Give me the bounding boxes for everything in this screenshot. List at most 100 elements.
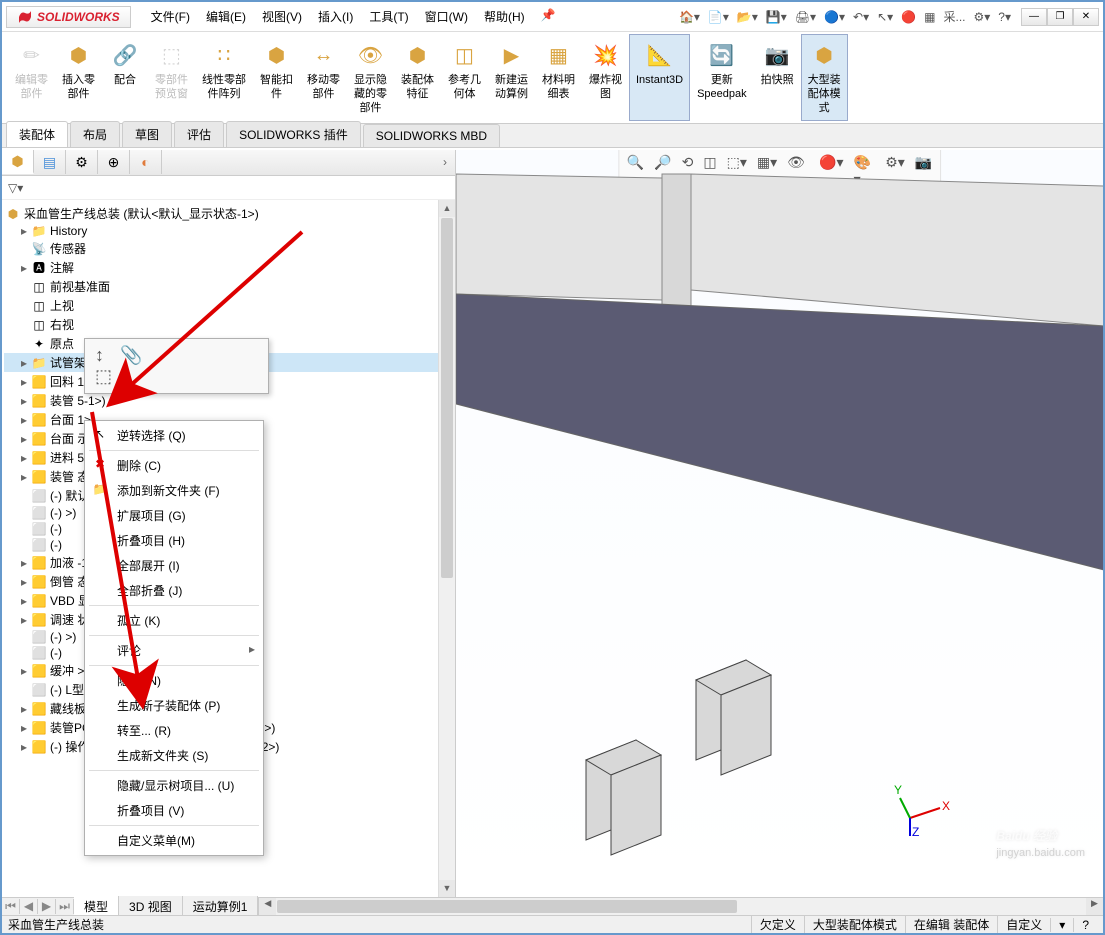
context-item[interactable]: 全部折叠 (J) bbox=[85, 578, 263, 603]
ribbon-btn-15[interactable]: 📷拍快照 bbox=[754, 34, 801, 121]
mini-clip-icon[interactable]: 📎 bbox=[120, 345, 142, 366]
ribbon-btn-12[interactable]: 💥爆炸视 图 bbox=[582, 34, 629, 121]
expand-icon[interactable]: ▸ bbox=[18, 556, 30, 570]
expand-icon[interactable]: ▸ bbox=[18, 356, 30, 370]
panel-tab-expand-icon[interactable]: › bbox=[162, 150, 455, 175]
tree-item[interactable]: ▸🅰注解 bbox=[4, 258, 453, 277]
grid-icon[interactable]: ▦ bbox=[922, 10, 937, 24]
rebuild-icon[interactable]: 🔵▾ bbox=[822, 10, 847, 24]
expand-icon[interactable]: ▸ bbox=[18, 470, 30, 484]
expand-icon[interactable]: ▸ bbox=[18, 224, 30, 238]
ribbon-btn-13[interactable]: 📐Instant3D bbox=[629, 34, 690, 121]
expand-icon[interactable]: ▸ bbox=[18, 451, 30, 465]
expand-icon[interactable]: ▸ bbox=[18, 413, 30, 427]
bottom-scrollbar[interactable]: ◀ ▶ bbox=[258, 898, 1103, 915]
mini-box-icon[interactable]: ⬚ bbox=[95, 366, 112, 387]
options-icon[interactable]: 🔴 bbox=[899, 10, 918, 24]
tab-first-icon[interactable]: ⏮ bbox=[2, 899, 20, 914]
menu-tools[interactable]: 工具(T) bbox=[361, 4, 416, 29]
expand-icon[interactable]: ▸ bbox=[18, 394, 30, 408]
ribbon-btn-10[interactable]: ▶新建运 动算例 bbox=[488, 34, 535, 121]
tab-last-icon[interactable]: ⏭ bbox=[56, 899, 74, 914]
home-icon[interactable]: 🏠▾ bbox=[677, 10, 702, 24]
viewport[interactable]: 🔍 🔎 ⟲ ◫ ⬚▾ ▦▾ 👁▾ 🔴▾ 🎨▾ ⚙▾ 📷 🏠 ⬢ 📂 🅰 ◐ 🔴 … bbox=[456, 150, 1103, 897]
tab-1[interactable]: 布局 bbox=[70, 121, 120, 147]
context-item[interactable]: ✖删除 (C) bbox=[85, 453, 263, 478]
tree-item[interactable]: ◫前视基准面 bbox=[4, 277, 453, 296]
status-help-icon[interactable]: ? bbox=[1073, 918, 1097, 932]
context-item[interactable]: 孤立 (K) bbox=[85, 608, 263, 633]
expand-icon[interactable]: ▸ bbox=[18, 375, 30, 389]
tree-item[interactable]: 📡传感器 bbox=[4, 239, 453, 258]
new-icon[interactable]: 📄▾ bbox=[706, 10, 731, 24]
menu-pin-icon[interactable]: 📌 bbox=[533, 4, 564, 29]
expand-icon[interactable]: ▸ bbox=[18, 575, 30, 589]
expand-icon[interactable]: ▸ bbox=[18, 721, 30, 735]
tree-item[interactable]: ◫右视 bbox=[4, 315, 453, 334]
ribbon-btn-9[interactable]: ◫参考几 何体 bbox=[441, 34, 488, 121]
context-item[interactable]: 生成新子装配体 (P) bbox=[85, 693, 263, 718]
hscroll-thumb[interactable] bbox=[277, 900, 737, 913]
ribbon-btn-2[interactable]: 🔗配合 bbox=[102, 34, 148, 121]
tab-prev-icon[interactable]: ◀ bbox=[20, 899, 38, 914]
settings-icon[interactable]: ⚙▾ bbox=[972, 10, 993, 24]
context-item[interactable]: 折叠项目 (H) bbox=[85, 528, 263, 553]
scroll-down-icon[interactable]: ▼ bbox=[439, 880, 455, 897]
menu-view[interactable]: 视图(V) bbox=[254, 4, 310, 29]
context-item[interactable]: 扩展项目 (G) bbox=[85, 503, 263, 528]
panel-tab-config-icon[interactable]: ⚙ bbox=[66, 150, 98, 174]
ribbon-btn-7[interactable]: 👁显示隐 藏的零 部件 bbox=[347, 34, 394, 121]
ribbon-btn-16[interactable]: ⬢大型装 配体模 式 bbox=[801, 34, 848, 121]
ribbon-btn-14[interactable]: 🔄更新 Speedpak bbox=[690, 34, 754, 121]
context-item[interactable]: 📁添加到新文件夹 (F) bbox=[85, 478, 263, 503]
expand-icon[interactable]: ▸ bbox=[18, 664, 30, 678]
maximize-button[interactable]: ❐ bbox=[1047, 8, 1073, 26]
save-icon[interactable]: 💾▾ bbox=[764, 10, 789, 24]
context-item[interactable]: 生成新文件夹 (S) bbox=[85, 743, 263, 768]
bottom-tab-motion[interactable]: 运动算例1 bbox=[183, 896, 259, 917]
context-item[interactable]: 全部展开 (I) bbox=[85, 553, 263, 578]
context-item[interactable]: ↖逆转选择 (Q) bbox=[85, 423, 263, 448]
ribbon-btn-4[interactable]: ∷线性零部 件阵列 bbox=[195, 34, 253, 121]
menu-window[interactable]: 窗口(W) bbox=[417, 4, 476, 29]
expand-icon[interactable]: ▸ bbox=[18, 740, 30, 754]
close-button[interactable]: ✕ bbox=[1073, 8, 1099, 26]
open-icon[interactable]: 📂▾ bbox=[735, 10, 760, 24]
ribbon-btn-6[interactable]: ↔移动零 部件 bbox=[300, 34, 347, 121]
expand-icon[interactable]: ▸ bbox=[18, 432, 30, 446]
scroll-thumb[interactable] bbox=[441, 218, 453, 578]
status-custom[interactable]: 自定义 bbox=[997, 916, 1050, 933]
context-item[interactable]: 评论▸ bbox=[85, 638, 263, 663]
panel-tab-display-icon[interactable]: ⊕ bbox=[98, 150, 130, 174]
minimize-button[interactable]: — bbox=[1021, 8, 1047, 26]
ribbon-btn-11[interactable]: ▦材料明 细表 bbox=[535, 34, 582, 121]
menu-insert[interactable]: 插入(I) bbox=[310, 4, 361, 29]
expand-icon[interactable]: ▸ bbox=[18, 613, 30, 627]
tab-5[interactable]: SOLIDWORKS MBD bbox=[363, 124, 500, 147]
context-item[interactable]: 隐藏 (N) bbox=[85, 668, 263, 693]
tree-filter[interactable]: ▽▾ bbox=[2, 176, 455, 200]
menu-file[interactable]: 文件(F) bbox=[143, 4, 198, 29]
hscroll-right-icon[interactable]: ▶ bbox=[1086, 898, 1103, 915]
hscroll-left-icon[interactable]: ◀ bbox=[259, 898, 276, 915]
expand-icon[interactable]: ▸ bbox=[18, 594, 30, 608]
expand-icon[interactable]: ▸ bbox=[18, 261, 30, 275]
context-item[interactable]: 转至... (R) bbox=[85, 718, 263, 743]
ribbon-btn-1[interactable]: ⬢插入零 部件 bbox=[55, 34, 102, 121]
tree-item[interactable]: ◫上视 bbox=[4, 296, 453, 315]
ribbon-btn-8[interactable]: ⬢装配体 特征 bbox=[394, 34, 441, 121]
print-icon[interactable]: 🖨▾ bbox=[793, 10, 818, 24]
tab-3[interactable]: 评估 bbox=[174, 121, 224, 147]
context-item[interactable]: 自定义菜单(M) bbox=[85, 828, 263, 853]
bottom-tab-model[interactable]: 模型 bbox=[74, 896, 119, 917]
tab-4[interactable]: SOLIDWORKS 插件 bbox=[226, 121, 361, 147]
expand-icon[interactable]: ▸ bbox=[18, 702, 30, 716]
tab-2[interactable]: 草图 bbox=[122, 121, 172, 147]
ribbon-btn-5[interactable]: ⬢智能扣 件 bbox=[253, 34, 300, 121]
context-item[interactable]: 隐藏/显示树项目... (U) bbox=[85, 773, 263, 798]
help-icon[interactable]: ?▾ bbox=[996, 10, 1013, 24]
ext-label[interactable]: 采... bbox=[942, 8, 968, 25]
tree-root[interactable]: ⬢ 采血管生产线总装 (默认<默认_显示状态-1>) bbox=[4, 204, 453, 223]
bottom-tab-3dview[interactable]: 3D 视图 bbox=[119, 896, 183, 917]
panel-tab-appearance-icon[interactable]: ◐ bbox=[130, 150, 162, 174]
